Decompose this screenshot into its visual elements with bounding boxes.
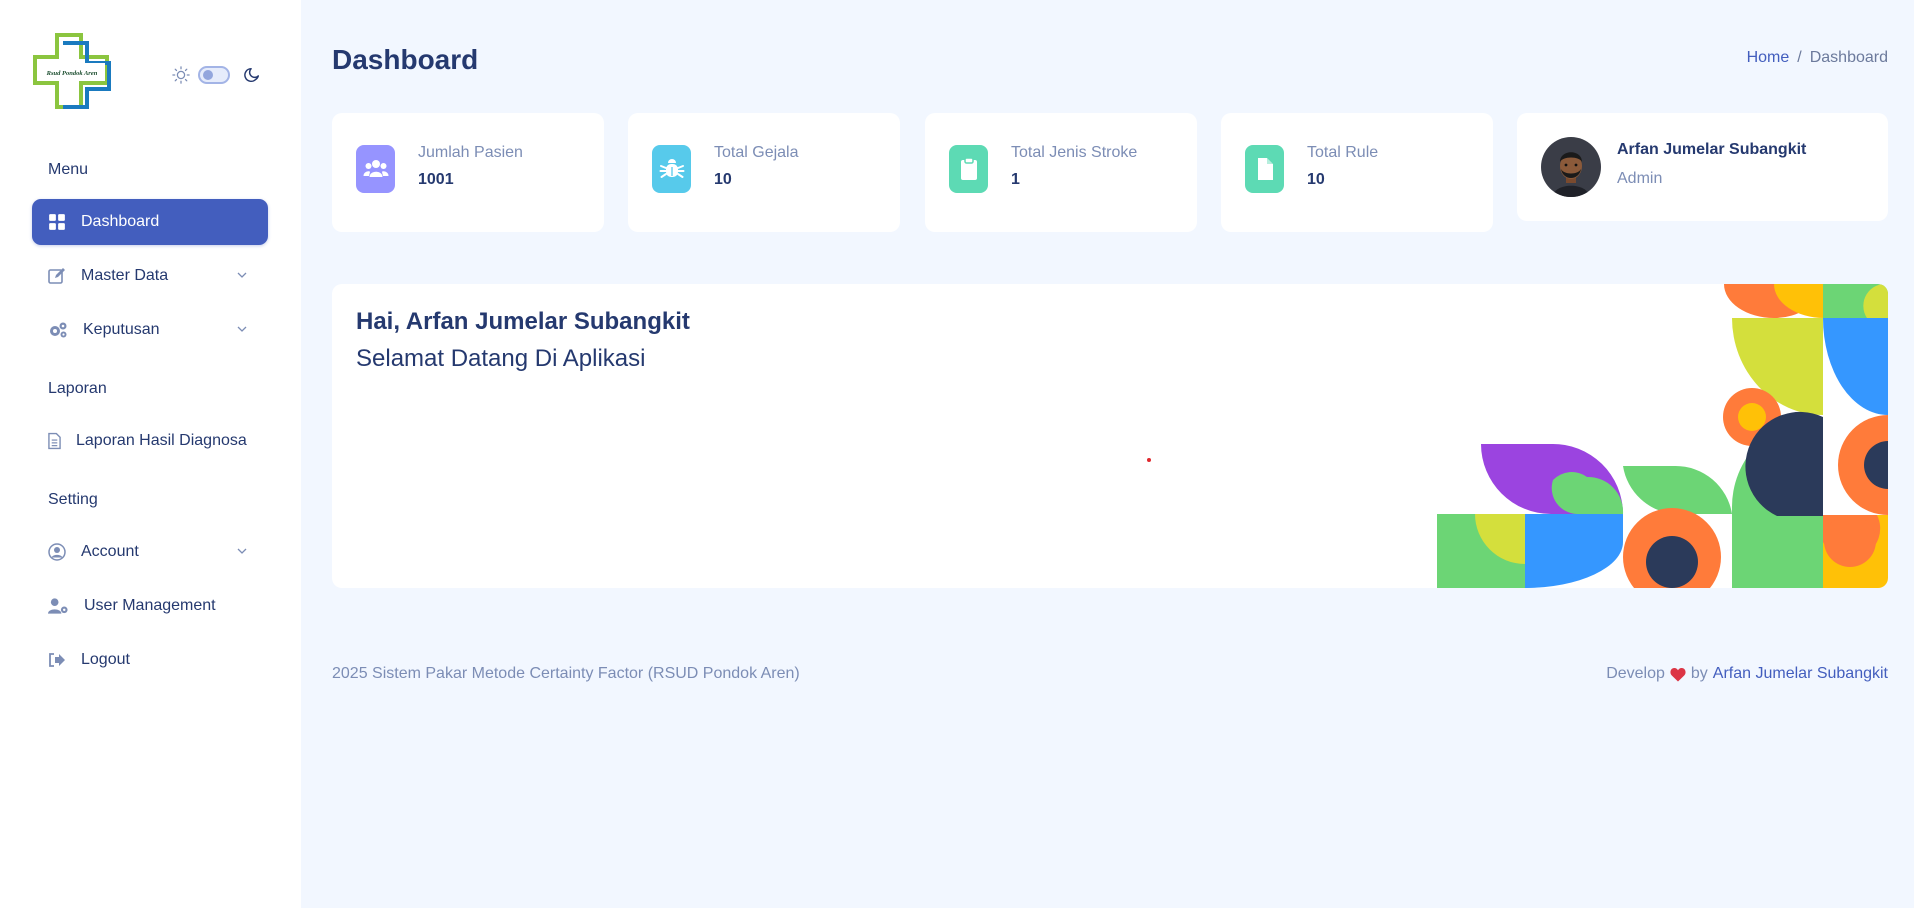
heart-icon [1670,667,1686,681]
stat-value: 10 [714,171,732,188]
profile-name: Arfan Jumelar Subangkit [1617,141,1807,158]
breadcrumb: Home / Dashboard [1747,49,1888,67]
laporan-section-title: Laporan [48,380,107,397]
user-circle-icon [48,543,66,561]
user-gear-icon [48,598,68,614]
theme-toggle[interactable] [172,63,261,87]
footer-author-link[interactable]: Arfan Jumelar Subangkit [1713,665,1888,683]
sidebar-item-master-data[interactable]: Master Data [32,253,268,299]
sidebar-item-label: Logout [81,651,130,668]
chevron-down-icon [237,326,247,332]
stat-value: 1 [1011,171,1020,188]
grid-icon [49,214,65,230]
stat-value: 1001 [418,171,454,188]
breadcrumb-current: Dashboard [1809,49,1888,66]
chevron-down-icon [237,548,247,554]
footer-develop-text: Develop [1606,665,1665,682]
footer-credit: Develop by Arfan Jumelar Subangkit [1606,665,1888,683]
bug-icon [652,145,691,193]
sidebar-item-label: Laporan Hasil Diagnosa [76,432,247,449]
sidebar-item-keputusan[interactable]: Keputusan [32,307,268,353]
welcome-greeting: Hai, Arfan Jumelar Subangkit [356,308,690,335]
sidebar-item-account[interactable]: Account [32,529,268,575]
chevron-down-icon [237,272,247,278]
footer-by-text: by [1690,665,1708,682]
red-dot [1147,458,1151,462]
setting-section-title: Setting [48,491,98,508]
logout-icon [49,653,65,667]
sidebar-item-logout[interactable]: Logout [32,637,268,683]
users-icon [356,145,395,193]
sidebar-item-dashboard[interactable]: Dashboard [32,199,268,245]
stat-card-total-rule: Total Rule 10 [1221,113,1493,232]
page-title: Dashboard [332,44,479,75]
stat-label: Total Rule [1307,144,1379,161]
stat-label: Total Gejala [714,144,799,161]
profile-role: Admin [1617,170,1663,187]
stat-label: Total Jenis Stroke [1011,144,1138,161]
sidebar-item-label: Keputusan [83,321,160,338]
welcome-card: Hai, Arfan Jumelar Subangkit Selamat Dat… [332,284,1888,588]
sidebar-item-label: Account [81,543,139,560]
document-icon [48,432,61,450]
breadcrumb-home-link[interactable]: Home [1747,49,1790,67]
sidebar-item-user-management[interactable]: User Management [32,583,268,629]
menu-section-title: Menu [48,161,89,178]
logo[interactable]: Rsud Pondok Aren [33,33,111,109]
sun-icon [172,66,190,84]
sidebar-item-label: Dashboard [81,213,160,230]
gears-icon [50,322,67,338]
edit-icon [48,268,65,284]
file-icon [1245,145,1284,193]
moon-icon [244,67,260,82]
stat-card-jumlah-pasien: Jumlah Pasien 1001 [332,113,604,232]
stat-card-total-jenis-stroke: Total Jenis Stroke 1 [925,113,1197,232]
clipboard-icon [949,145,988,193]
dark-mode-switch[interactable] [198,66,230,84]
sidebar-item-label: Master Data [81,267,169,284]
sidebar-item-laporan-hasil-diagnosa[interactable]: Laporan Hasil Diagnosa [32,418,268,464]
welcome-subtitle: Selamat Datang Di Aplikasi [356,345,646,372]
profile-card[interactable]: Arfan Jumelar Subangkit Admin [1517,113,1888,221]
sidebar: Rsud Pondok Aren Menu Dashboard Master D… [0,0,301,908]
footer-copyright: 2025 Sistem Pakar Metode Certainty Facto… [332,665,800,682]
stat-card-total-gejala: Total Gejala 10 [628,113,900,232]
stat-label: Jumlah Pasien [418,144,523,161]
sidebar-item-label: User Management [84,597,216,614]
decorative-shapes-illustration [1437,284,1888,588]
logo-text: Rsud Pondok Aren [46,70,98,77]
stat-value: 10 [1307,171,1325,188]
breadcrumb-separator: / [1797,49,1802,66]
avatar [1541,137,1601,197]
